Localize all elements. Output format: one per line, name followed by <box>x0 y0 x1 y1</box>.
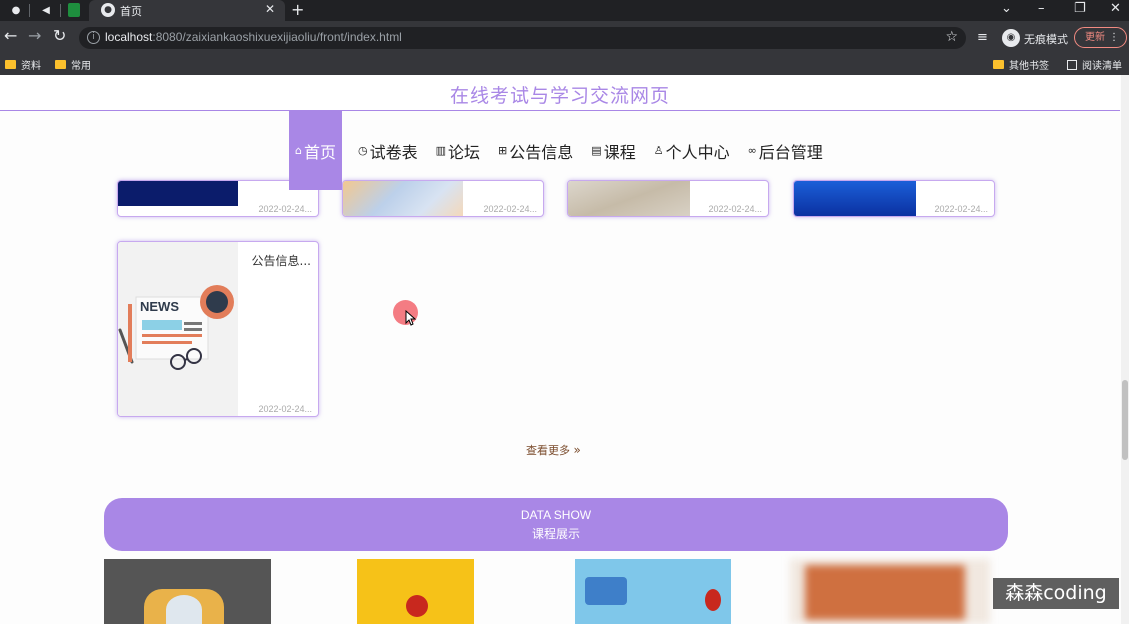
course-thumbnail[interactable] <box>790 559 990 624</box>
forward-icon[interactable]: → <box>28 28 41 44</box>
more-menu-icon[interactable]: ⋮ <box>1109 28 1119 47</box>
reading-list-button[interactable]: 阅读清单 <box>1067 57 1122 72</box>
bookmark-label: 资料 <box>21 61 41 72</box>
nav-item-personal-center[interactable]: ♙ 个人中心 <box>650 111 734 190</box>
site-header: 在线考试与学习交流网页 <box>0 75 1120 111</box>
bookmark-folder-changyong[interactable]: 常用 <box>55 57 91 72</box>
back-icon[interactable]: ← <box>4 28 17 44</box>
bookmark-star-icon[interactable]: ☆ <box>945 29 958 45</box>
nav-item-home[interactable]: ⌂ 首页 <box>289 111 342 190</box>
nav-label: 公告信息 <box>509 142 574 162</box>
folder-icon <box>5 60 16 69</box>
url-host: localhost <box>105 30 153 44</box>
folder-icon <box>55 60 66 69</box>
news-image-text: NEWS <box>140 299 179 314</box>
window-close-icon[interactable]: ✕ <box>1110 0 1121 18</box>
doc-icon: ▤ <box>591 144 602 157</box>
grid-icon: ⊞ <box>498 144 508 157</box>
update-label: 更新 <box>1085 32 1105 43</box>
tab-search-icon[interactable]: ⌄ <box>1001 0 1012 18</box>
bookmark-label: 阅读清单 <box>1082 61 1122 72</box>
double-chevron-right-icon: » <box>573 443 581 457</box>
site-info-icon[interactable]: i <box>87 31 100 44</box>
clock-icon: ◷ <box>358 144 368 157</box>
restore-icon[interactable]: ❐ <box>1074 0 1086 18</box>
scrollbar-thumb[interactable] <box>1122 380 1128 460</box>
minimize-icon[interactable]: – <box>1038 0 1045 18</box>
course-thumbnail[interactable] <box>104 559 271 624</box>
news-card[interactable]: NEWS 公告信息... 2022-02-24... <box>117 241 319 417</box>
tab-home[interactable]: ● 首页 ✕ <box>89 0 285 21</box>
course-thumbnail[interactable] <box>575 559 731 624</box>
link-icon: ∞ <box>747 144 757 157</box>
bookmark-label: 常用 <box>71 61 91 72</box>
video-watermark: 森森coding <box>993 578 1119 609</box>
incognito-label: 无痕模式 <box>1024 33 1068 46</box>
news-date: 2022-02-24... <box>934 204 988 214</box>
page-viewport: 2022-02-24... 2022-02-24... 2022-02-24..… <box>0 75 1129 624</box>
nav-item-announcements[interactable]: ⊞ 公告信息 <box>494 111 577 190</box>
address-bar[interactable]: i localhost:8080/zaixiankaoshixuexijiaol… <box>79 27 966 49</box>
url-path: :8080/zaixiankaoshixuexijiaoliu/front/in… <box>152 30 402 44</box>
mute-tab-icon[interactable]: ◀ <box>38 2 54 18</box>
columns-icon: ▥ <box>435 144 447 157</box>
news-title[interactable]: 公告信息... <box>252 252 311 269</box>
nav-label: 试卷表 <box>369 142 418 162</box>
bookmarks-bar: 资料 常用 其他书签 阅读清单 <box>0 53 1129 75</box>
view-more-link[interactable]: 查看更多 » <box>526 442 581 458</box>
nav-label: 个人中心 <box>665 142 730 162</box>
bookmark-folder-ziliao[interactable]: 资料 <box>5 57 41 72</box>
main-nav: ⌂ 首页 ◷ 试卷表 ▥ 论坛 ⊞ 公告信息 ▤ 课程 ♙ 个人中心 ∞ 后台管理 <box>289 111 827 190</box>
tab-separator <box>60 4 61 17</box>
view-more-label: 查看更多 <box>526 444 570 457</box>
news-thumbnail <box>118 181 238 206</box>
home-icon: ⌂ <box>295 144 302 157</box>
nav-item-exam-papers[interactable]: ◷ 试卷表 <box>354 111 422 190</box>
nav-label: 论坛 <box>448 142 481 162</box>
nav-item-forum[interactable]: ▥ 论坛 <box>432 111 484 190</box>
nav-item-courses[interactable]: ▤ 课程 <box>587 111 639 190</box>
data-show-banner: DATA SHOW 课程展示 <box>104 498 1008 551</box>
course-thumbnail[interactable] <box>357 559 474 624</box>
bookmark-folder-other[interactable]: 其他书签 <box>993 57 1049 72</box>
reload-icon[interactable]: ↻ <box>53 28 66 44</box>
browser-tab-bar: ● ◀ ● 首页 ✕ + ⌄ – ❐ ✕ <box>0 0 1129 21</box>
reading-list-icon[interactable]: ≡ <box>977 30 988 45</box>
url-text[interactable]: localhost:8080/zaixiankaoshixuexijiaoliu… <box>105 30 402 44</box>
site-title: 在线考试与学习交流网页 <box>449 85 670 107</box>
banner-title-cn: 课程展示 <box>531 527 580 541</box>
nav-label: 后台管理 <box>758 142 823 162</box>
news-date: 2022-02-24... <box>483 204 537 214</box>
tab-title: 首页 <box>120 5 142 18</box>
news-date: 2022-02-24... <box>258 204 312 214</box>
newspaper-illustration <box>118 285 238 416</box>
folder-icon <box>993 60 1004 69</box>
news-date: 2022-02-24... <box>708 204 762 214</box>
banner-title-en: DATA SHOW <box>520 508 592 522</box>
browser-globe-icon[interactable]: ● <box>8 2 24 18</box>
update-button[interactable]: 更新 ⋮ <box>1074 27 1127 48</box>
mouse-cursor-icon <box>405 310 417 326</box>
globe-icon: ● <box>101 3 115 17</box>
nav-label: 首页 <box>303 142 336 162</box>
bookmark-label: 其他书签 <box>1009 61 1049 72</box>
news-date: 2022-02-24... <box>258 404 312 414</box>
sheet-tab-icon[interactable] <box>68 3 80 17</box>
page-scrollbar[interactable] <box>1121 75 1129 624</box>
news-thumbnail: NEWS <box>118 242 238 416</box>
nav-item-admin[interactable]: ∞ 后台管理 <box>744 111 827 190</box>
user-icon: ♙ <box>653 144 664 157</box>
new-tab-button[interactable]: + <box>291 0 304 19</box>
incognito-icon[interactable]: ◉ <box>1002 29 1020 47</box>
nav-label: 课程 <box>603 142 636 162</box>
reading-list-icon <box>1067 59 1077 70</box>
tab-separator <box>29 4 30 17</box>
close-tab-icon[interactable]: ✕ <box>265 2 275 16</box>
